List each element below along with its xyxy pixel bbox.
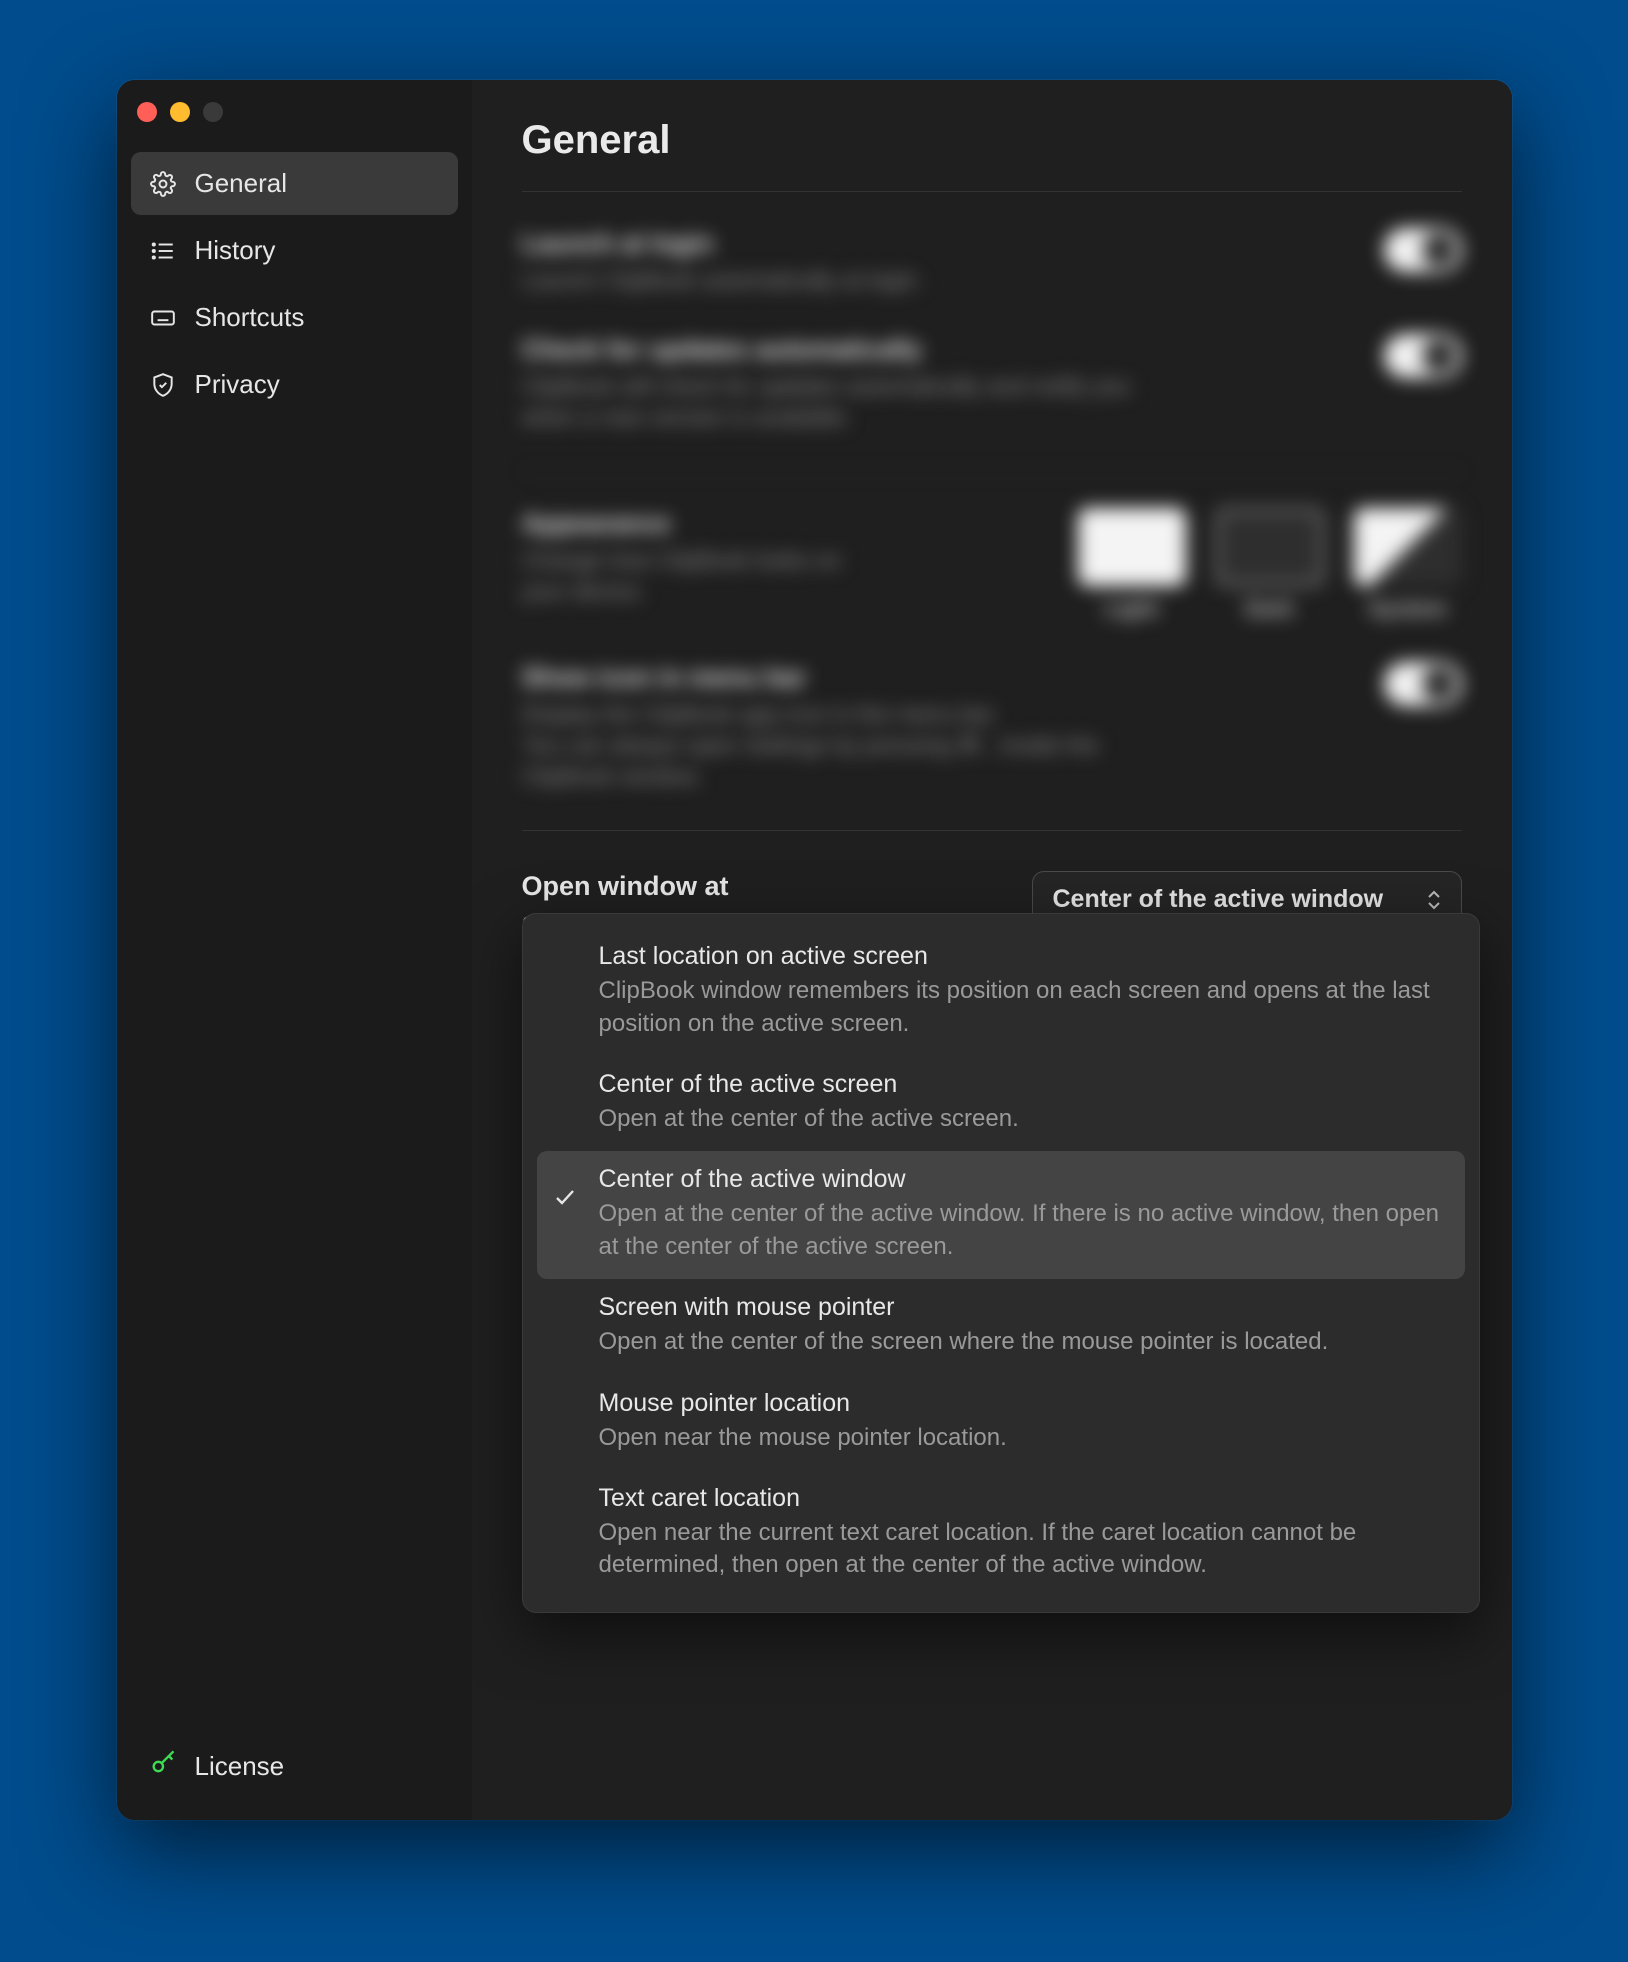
appearance-system[interactable]: System xyxy=(1354,508,1462,622)
sidebar-item-license[interactable]: License xyxy=(131,1733,458,1800)
main-content: General Launch at login Launch ClipBook … xyxy=(472,80,1512,1820)
sidebar-item-history[interactable]: History xyxy=(131,219,458,282)
check-icon xyxy=(553,1293,581,1358)
option-description: Open near the mouse pointer location. xyxy=(599,1422,1449,1454)
option-description: Open near the current text caret locatio… xyxy=(599,1517,1449,1582)
sidebar-item-general[interactable]: General xyxy=(131,152,458,215)
setting-title: Appearance xyxy=(522,508,1048,539)
option-description: Open at the center of the active screen. xyxy=(599,1103,1449,1135)
theme-swatch-icon xyxy=(1216,508,1324,586)
toggle-switch[interactable] xyxy=(1384,662,1462,706)
appearance-light[interactable]: Light xyxy=(1078,508,1186,622)
setting-check-updates: Check for updates automatically ClipBook… xyxy=(522,334,1462,433)
toggle-switch[interactable] xyxy=(1384,228,1462,272)
sidebar-item-label: History xyxy=(195,235,276,266)
setting-launch-at-login: Launch at login Launch ClipBook automati… xyxy=(522,228,1462,296)
option-title: Mouse pointer location xyxy=(599,1389,1449,1418)
appearance-dark[interactable]: Dark xyxy=(1216,508,1324,622)
dropdown-option-center-screen[interactable]: Center of the active screen Open at the … xyxy=(537,1056,1465,1151)
option-title: Center of the active screen xyxy=(599,1070,1449,1099)
close-window-button[interactable] xyxy=(137,102,157,122)
option-title: Center of the active window xyxy=(599,1165,1449,1194)
option-title: Screen with mouse pointer xyxy=(599,1293,1449,1322)
key-icon xyxy=(149,1749,177,1784)
setting-description: when a new version is available. xyxy=(522,402,1344,433)
setting-title: Show icon in menu bar xyxy=(522,662,1344,693)
setting-title: Open window at xyxy=(522,871,992,902)
maximize-window-button[interactable] xyxy=(203,102,223,122)
sidebar-item-label: General xyxy=(195,168,288,199)
appearance-options: Light Dark System xyxy=(1078,508,1462,622)
appearance-label: Dark xyxy=(1245,596,1294,622)
appearance-label: System xyxy=(1368,596,1446,622)
setting-description: Change how ClipBook looks on xyxy=(522,545,1048,576)
setting-description: Launch ClipBook automatically at login. xyxy=(522,265,1344,296)
sidebar-item-label: Privacy xyxy=(195,369,280,400)
setting-description: Display the ClipBook app icon in the men… xyxy=(522,699,1344,730)
option-title: Last location on active screen xyxy=(599,942,1449,971)
theme-swatch-icon xyxy=(1354,508,1462,586)
keyboard-icon xyxy=(149,304,177,332)
page-title: General xyxy=(522,118,1462,192)
toggle-switch[interactable] xyxy=(1384,334,1462,378)
gear-icon xyxy=(149,170,177,198)
theme-swatch-icon xyxy=(1078,508,1186,586)
check-icon xyxy=(553,1484,581,1582)
sidebar-item-shortcuts[interactable]: Shortcuts xyxy=(131,286,458,349)
dropdown-option-center-window[interactable]: Center of the active window Open at the … xyxy=(537,1151,1465,1279)
dropdown-option-mouse-screen[interactable]: Screen with mouse pointer Open at the ce… xyxy=(537,1279,1465,1374)
check-icon xyxy=(553,1070,581,1135)
setting-title: Launch at login xyxy=(522,228,1344,259)
shield-icon xyxy=(149,371,177,399)
setting-appearance: Appearance Change how ClipBook looks on … xyxy=(522,471,1462,622)
option-title: Text caret location xyxy=(599,1484,1449,1513)
settings-window: General History Shortcuts Privacy xyxy=(117,80,1512,1820)
option-description: Open at the center of the active window.… xyxy=(599,1198,1449,1263)
check-icon xyxy=(553,1165,581,1263)
open-window-dropdown: Last location on active screen ClipBook … xyxy=(522,913,1480,1613)
sidebar-item-label: License xyxy=(195,1751,285,1782)
dropdown-option-last-location[interactable]: Last location on active screen ClipBook … xyxy=(537,928,1465,1056)
check-icon xyxy=(553,942,581,1040)
select-value: Center of the active window xyxy=(1053,885,1384,914)
appearance-label: Light xyxy=(1105,596,1159,622)
option-description: Open at the center of the screen where t… xyxy=(599,1326,1449,1358)
sidebar-item-label: Shortcuts xyxy=(195,302,305,333)
setting-title: Check for updates automatically xyxy=(522,334,1344,365)
dropdown-option-mouse-location[interactable]: Mouse pointer location Open near the mou… xyxy=(537,1375,1465,1470)
setting-menubar-icon: Show icon in menu bar Display the ClipBo… xyxy=(522,662,1462,792)
chevron-up-down-icon xyxy=(1427,890,1441,910)
setting-description: You can always open Settings by pressing… xyxy=(522,730,1344,761)
sidebar-nav: General History Shortcuts Privacy xyxy=(131,152,458,416)
option-description: ClipBook window remembers its position o… xyxy=(599,975,1449,1040)
setting-description: ClipBook window. xyxy=(522,761,1344,792)
sidebar-item-privacy[interactable]: Privacy xyxy=(131,353,458,416)
sidebar: General History Shortcuts Privacy xyxy=(117,80,472,1820)
setting-description: your device. xyxy=(522,576,1048,607)
dropdown-option-caret-location[interactable]: Text caret location Open near the curren… xyxy=(537,1470,1465,1598)
setting-description: ClipBook will check for updates automati… xyxy=(522,371,1344,402)
check-icon xyxy=(553,1389,581,1454)
list-icon xyxy=(149,237,177,265)
minimize-window-button[interactable] xyxy=(170,102,190,122)
setting-open-window-at: Open window at Select where the ClipBook… xyxy=(522,830,1462,975)
window-controls xyxy=(131,94,458,152)
